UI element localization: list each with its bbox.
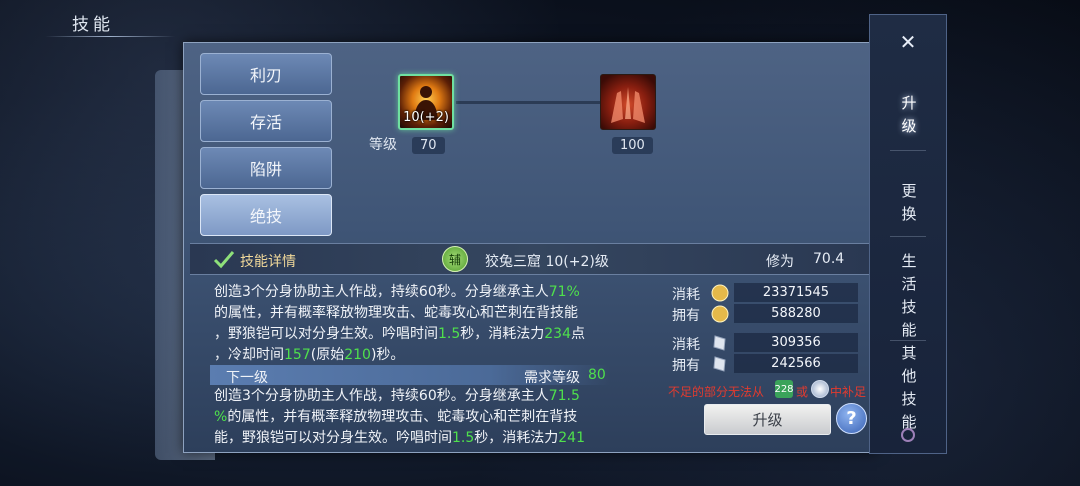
description-text: (原始 — [310, 347, 345, 363]
hands-flame-skill-icon — [611, 87, 645, 123]
description-line: ，冷却时间157(原始210)秒。 — [214, 345, 614, 366]
skill-tree-connector — [456, 101, 600, 104]
side-tab-other-skills[interactable]: 其他技能 — [892, 342, 926, 434]
description-text: ，野狼铠可以对分身生效。吟唱时间 — [214, 326, 438, 342]
warning-or: 或 — [796, 385, 809, 399]
cultivation-value: 70.4 — [813, 251, 845, 267]
description-text: 创造3个分身协助主人作战，持续60秒。分身继承主人 — [214, 284, 549, 300]
description-line: 的属性，并有概率释放物理攻击、蛇毒攻心和芒刺在背技能 — [214, 303, 614, 324]
description-text: 秒，消耗法力 — [460, 326, 545, 342]
highlight-value: 71% — [548, 284, 580, 300]
highlight-value: 1.5 — [438, 326, 461, 342]
side-tab-char: 他 — [901, 367, 917, 385]
warning-suffix: 中补足 — [830, 385, 867, 399]
page-title: 技能 — [72, 15, 114, 35]
skill-node-1-required-level: 70 — [412, 137, 445, 154]
cost-exp-own-label: 拥有 — [672, 308, 700, 324]
highlight-value: 241 — [558, 430, 585, 446]
side-tab-upgrade[interactable]: 升级 — [892, 92, 926, 138]
level-label: 等级 — [369, 137, 397, 153]
description-line: ，野狼铠可以对分身生效。吟唱时间1.5秒，消耗法力234点 — [214, 324, 614, 345]
side-tab-char: 更 — [901, 182, 917, 200]
side-tab-char: 其 — [901, 344, 917, 362]
skill-details-label: 技能详情 — [240, 254, 296, 270]
side-tab-char: 升 — [901, 94, 917, 112]
cost-book-own-label: 拥有 — [672, 358, 700, 374]
warning-text: 不足的部分无法从 — [668, 385, 765, 399]
cost-book-consume-value: 309356 — [734, 333, 858, 352]
upgrade-button[interactable]: 升级 — [704, 404, 831, 435]
skill-description-current: 创造3个分身协助主人作战，持续60秒。分身继承主人71% 的属性，并有概率释放物理… — [214, 282, 614, 366]
description-text: 创造3个分身协助主人作战，持续60秒。分身继承主人 — [214, 388, 549, 404]
skill-book-icon — [713, 356, 726, 372]
side-separator — [890, 340, 926, 341]
skill-node-2[interactable] — [600, 74, 656, 130]
description-text: 能，野狼铠可以对分身生效。吟唱时间 — [214, 430, 452, 446]
description-text: 秒，消耗法力 — [474, 430, 559, 446]
highlight-value: 210 — [344, 347, 371, 363]
required-level-label: 需求等级 — [524, 370, 580, 386]
highlight-value: 71.5 — [548, 388, 580, 404]
description-line: 创造3个分身协助主人作战，持续60秒。分身继承主人71% — [214, 282, 614, 303]
cost-exp-consume-label: 消耗 — [672, 287, 700, 303]
category-tab-trap[interactable]: 陷阱 — [200, 147, 332, 189]
description-text: )秒。 — [370, 347, 405, 363]
highlight-value: 1.5 — [452, 430, 475, 446]
experience-coin-icon — [711, 305, 729, 323]
next-level-label: 下一级 — [226, 370, 268, 386]
scroll-knot-decoration — [901, 428, 915, 442]
title-underline — [45, 36, 175, 37]
cost-book-consume-label: 消耗 — [672, 337, 700, 353]
category-tab-blade[interactable]: 利刃 — [200, 53, 332, 95]
skill-node-2-required-level: 100 — [612, 137, 653, 154]
description-line: 能，野狼铠可以对分身生效。吟唱时间1.5秒，消耗法力241 — [214, 428, 614, 449]
side-tab-char: 生 — [901, 252, 917, 270]
side-tab-life-skills[interactable]: 生活技能 — [892, 250, 926, 342]
currency-icon: 228 — [774, 380, 794, 398]
side-tab-change[interactable]: 更换 — [892, 180, 926, 226]
skill-node-1[interactable]: 10(+2) — [398, 74, 454, 130]
close-icon[interactable]: ✕ — [896, 30, 920, 54]
side-tab-char: 技 — [901, 390, 917, 408]
side-tab-char: 级 — [901, 117, 917, 135]
skill-description-next: 创造3个分身协助主人作战，持续60秒。分身继承主人71.5 %的属性，并有概率释放… — [214, 386, 614, 449]
cost-exp-consume-value: 23371545 — [734, 283, 858, 302]
assist-leaf-icon: 辅 — [442, 246, 468, 272]
cost-book-own-value: 242566 — [734, 354, 858, 373]
description-line: %的属性，并有概率释放物理攻击、蛇毒攻心和芒刺在背技 — [214, 407, 614, 428]
highlight-value: % — [214, 409, 228, 425]
skill-node-level: 10(+2) — [403, 110, 449, 125]
highlight-value: 157 — [284, 347, 311, 363]
description-text: ，冷却时间 — [214, 347, 284, 363]
description-text: 点 — [571, 326, 585, 342]
description-text: 的属性，并有概率释放物理攻击、蛇毒攻心和芒刺在背技能 — [214, 305, 578, 321]
coin-icon — [811, 380, 829, 398]
description-line: 创造3个分身协助主人作战，持续60秒。分身继承主人71.5 — [214, 386, 614, 407]
side-tab-char: 换 — [901, 205, 917, 223]
category-tab-survival[interactable]: 存活 — [200, 100, 332, 142]
side-tab-char: 技 — [901, 298, 917, 316]
required-level-value: 80 — [588, 367, 606, 383]
category-tab-ultimate[interactable]: 绝技 — [200, 194, 332, 236]
skill-name: 狡兔三窟 10(+2)级 — [485, 254, 609, 270]
description-text: 的属性，并有概率释放物理攻击、蛇毒攻心和芒刺在背技 — [227, 409, 578, 425]
highlight-value: 234 — [544, 326, 571, 342]
experience-coin-icon — [711, 284, 729, 302]
skill-book-icon — [713, 335, 726, 351]
side-separator — [890, 150, 926, 151]
help-button[interactable]: ? — [836, 403, 867, 434]
checkmark-icon — [213, 251, 235, 269]
side-tab-char: 活 — [901, 275, 917, 293]
side-tab-char: 能 — [901, 321, 917, 339]
cost-exp-own-value: 588280 — [734, 304, 858, 323]
side-separator — [890, 236, 926, 237]
cultivation-label: 修为 — [766, 254, 794, 270]
